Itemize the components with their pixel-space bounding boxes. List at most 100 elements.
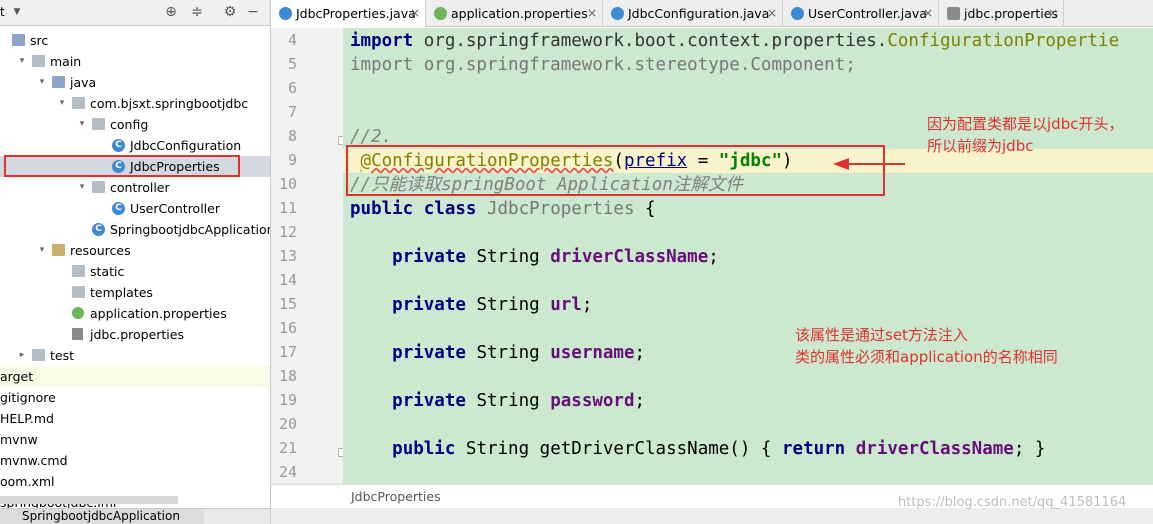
expand-arrow-icon[interactable]: ▾ — [36, 240, 48, 261]
locate-icon[interactable]: ⊕ — [163, 4, 179, 20]
tree-item[interactable]: ▾ controller — [0, 177, 270, 198]
code-line-11[interactable]: public class JdbcProperties { — [350, 197, 656, 221]
tree-item-label: config — [110, 117, 149, 132]
expand-arrow-icon[interactable]: ▾ — [76, 177, 88, 198]
code-line-17[interactable]: private String username; — [350, 341, 645, 365]
editor-tab[interactable]: application.properties × — [426, 0, 603, 27]
note-prefix-line2: 所以前缀为jdbc — [927, 137, 1034, 155]
tree-item[interactable]: C UserController — [0, 198, 270, 219]
status-bar — [271, 508, 1153, 524]
expand-arrow-icon[interactable]: ▾ — [36, 72, 48, 93]
tree-item-label: SpringbootjdbcApplication — [110, 222, 271, 237]
project-panel: t ▼ ⊕ ≑ ⚙ − src ▾ main ▾ java ▾ com.bjsxt.spri… — [0, 0, 271, 524]
expand-arrow-icon[interactable]: ▾ — [76, 114, 88, 135]
folder-icon — [72, 265, 85, 277]
editor-tab-label: jdbc.properties — [964, 6, 1058, 21]
close-icon[interactable]: × — [767, 0, 777, 27]
code-line-4[interactable]: import org.springframework.boot.context.… — [350, 29, 1119, 53]
tree-item[interactable]: ▾ com.bjsxt.springbootjdbc — [0, 93, 270, 114]
tree-item-label: jdbc.properties — [90, 327, 184, 342]
editor-tab-label: JdbcProperties.java — [296, 6, 416, 21]
folder-icon — [32, 55, 45, 67]
line-number: 18 — [278, 367, 297, 385]
tree-item-label: static — [90, 264, 125, 279]
tree-item[interactable]: templates — [0, 282, 270, 303]
line-number: 17 — [278, 343, 297, 361]
tree-item-label: mvnw.cmd — [0, 453, 68, 468]
tree-item-label: HELP.md — [0, 411, 54, 426]
line-number: 13 — [278, 247, 297, 265]
tree-item-label: arget — [0, 369, 34, 384]
editor-tabs: JdbcProperties.java × application.properti… — [271, 0, 1153, 27]
project-view-label[interactable]: t — [0, 5, 5, 19]
editor-tab-label: UserController.java — [808, 6, 927, 21]
code-line-19[interactable]: private String password; — [350, 389, 645, 413]
line-number: 7 — [287, 103, 297, 121]
tree-item[interactable]: src — [0, 30, 270, 51]
java-class-icon — [791, 7, 804, 20]
tree-item-label: templates — [90, 285, 153, 300]
editor-tab[interactable]: jdbc.properties × — [939, 0, 1064, 27]
tree-item[interactable]: static — [0, 261, 270, 282]
hide-icon[interactable]: − — [245, 4, 261, 20]
code-line-15[interactable]: private String url; — [350, 293, 592, 317]
tree-item[interactable]: oom.xml — [0, 471, 270, 492]
tree-item[interactable]: application.properties — [0, 303, 270, 324]
run-tab[interactable]: SpringbootjdbcApplication — [0, 509, 204, 524]
horizontal-scrollbar[interactable] — [0, 496, 178, 504]
annotation-note-fields: 该属性是通过set方法注入 类的属性必须和application的名称相同 — [795, 324, 1058, 368]
tree-item[interactable]: mvnw.cmd — [0, 450, 270, 471]
tree-item[interactable]: arget — [0, 366, 270, 387]
selection-highlight-box — [4, 155, 240, 177]
tree-item-label: UserController — [130, 201, 220, 216]
close-icon[interactable]: × — [1048, 0, 1058, 27]
expand-arrow-icon[interactable]: ▾ — [56, 93, 68, 114]
tree-item[interactable]: gitignore — [0, 387, 270, 408]
tree-item[interactable]: ▾ config — [0, 114, 270, 135]
class-icon: C — [112, 139, 125, 152]
tree-item-label: JdbcConfiguration — [130, 138, 242, 153]
editor-tab[interactable]: JdbcConfiguration.java × — [603, 0, 783, 27]
line-number: 12 — [278, 223, 297, 241]
line-number: 4 — [287, 31, 297, 49]
tree-item[interactable]: jdbc.properties — [0, 324, 270, 345]
editor-tab-label: application.properties — [451, 6, 588, 21]
close-icon[interactable]: × — [410, 0, 420, 27]
java-class-icon — [279, 7, 292, 20]
editor-tab[interactable]: UserController.java × — [783, 0, 939, 27]
project-toolbar: t ▼ ⊕ ≑ ⚙ − — [0, 0, 270, 26]
close-icon[interactable]: × — [587, 0, 597, 27]
tree-item[interactable]: HELP.md — [0, 408, 270, 429]
expand-arrow-icon[interactable]: ▸ — [16, 345, 28, 366]
tree-item-label: gitignore — [0, 390, 56, 405]
tree-item[interactable]: C SpringbootjdbcApplication — [0, 219, 271, 240]
tree-item[interactable]: mvnw — [0, 429, 270, 450]
tree-item-label: mvnw — [0, 432, 38, 447]
editor-tab[interactable]: JdbcProperties.java × — [271, 0, 426, 27]
folder-icon — [92, 118, 105, 130]
tree-item-label: src — [30, 33, 49, 48]
code-line-21[interactable]: public String getDriverClassName() { ret… — [350, 437, 1045, 461]
tree-item[interactable]: ▾ resources — [0, 240, 270, 261]
editor-tab-label: JdbcConfiguration.java — [628, 6, 770, 21]
code-line-13[interactable]: private String driverClassName; — [350, 245, 719, 269]
expand-arrow-icon[interactable]: ▾ — [16, 51, 28, 72]
line-number: 20 — [278, 415, 297, 433]
tree-item-label: resources — [70, 243, 131, 258]
collapse-icon[interactable]: ≑ — [189, 4, 205, 20]
code-line-5[interactable]: import org.springframework.stereotype.Co… — [350, 53, 856, 77]
breadcrumb-class[interactable]: JdbcProperties — [351, 489, 441, 504]
folder-icon — [92, 181, 105, 193]
dropdown-icon[interactable]: ▼ — [9, 4, 25, 20]
source-folder-icon — [12, 34, 25, 46]
tree-item[interactable]: ▾ main — [0, 51, 270, 72]
gear-icon[interactable]: ⚙ — [222, 4, 238, 20]
tree-item[interactable]: ▸ test — [0, 345, 270, 366]
tree-item-label: test — [50, 348, 75, 363]
tree-item-label: main — [50, 54, 82, 69]
tree-item[interactable]: C JdbcConfiguration — [0, 135, 270, 156]
properties-file-icon — [947, 7, 960, 20]
close-icon[interactable]: × — [923, 0, 933, 27]
note-prefix-line1: 因为配置类都是以jdbc开头， — [927, 115, 1124, 133]
tree-item[interactable]: ▾ java — [0, 72, 270, 93]
